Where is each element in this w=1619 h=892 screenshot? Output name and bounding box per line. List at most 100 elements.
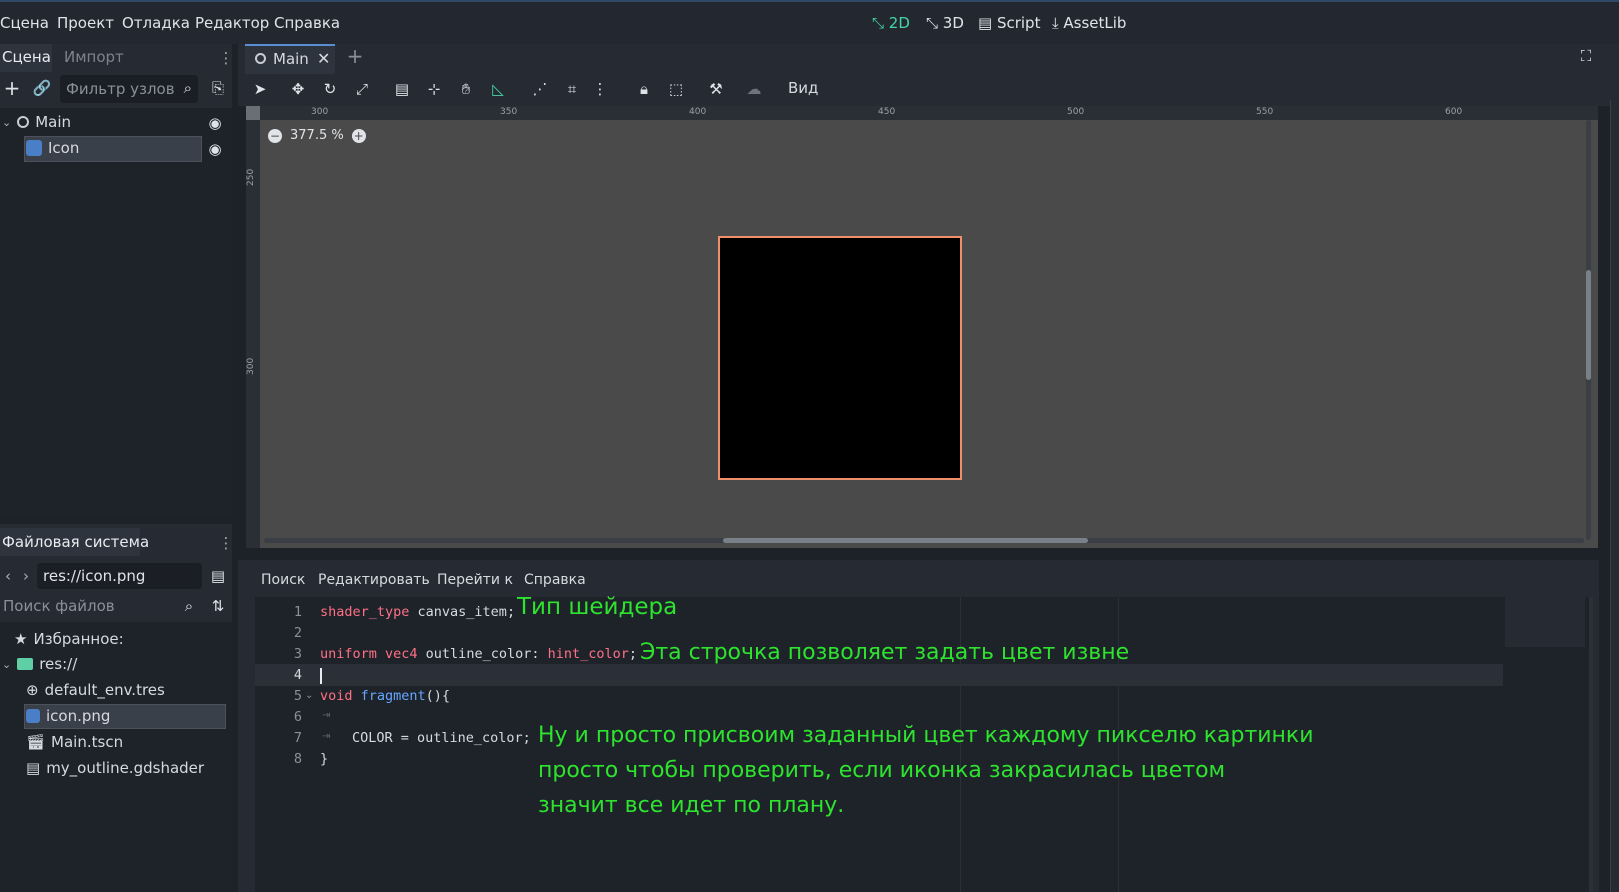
chevron-down-icon[interactable]: ⌄ (2, 658, 11, 671)
script-menu-edit[interactable]: Редактировать (318, 572, 430, 588)
mode-2d-button[interactable]: ⤡ 2D (872, 14, 910, 32)
ruler-tool-icon[interactable]: ◺ (488, 78, 508, 100)
menu-debug[interactable]: Отладка (122, 14, 190, 32)
tree-node-icon[interactable]: Icon (26, 139, 79, 157)
top-menu-bar: Сцена Проект Отладка Редактор Справка ⤡ … (0, 0, 1619, 44)
line-number: 1 (293, 604, 302, 620)
node-filter-input[interactable]: Фильтр узлов ⌕ (60, 75, 198, 103)
current-line-highlight (255, 664, 1503, 686)
inspector-dock-edge (1610, 100, 1619, 892)
tab-import[interactable]: Импорт (64, 48, 124, 66)
code-minimap[interactable] (1505, 597, 1585, 647)
more-options-icon[interactable]: ⋮ (593, 78, 608, 100)
script-menu-search[interactable]: Поиск (261, 572, 305, 588)
ruler-tick-label: 400 (689, 107, 707, 117)
ruler-tick-label: 250 (246, 168, 256, 186)
folder-icon (17, 658, 34, 670)
node2d-icon (255, 53, 266, 64)
add-node-icon[interactable]: + (2, 76, 22, 100)
layout-toggle-icon[interactable]: ▤ (208, 566, 228, 586)
search-icon[interactable]: ⌕ (180, 596, 198, 616)
script-menu-goto[interactable]: Перейти к (437, 572, 513, 588)
fold-chevron-icon[interactable]: ⌄ (305, 690, 313, 701)
mode-script-button[interactable]: ▤ Script (978, 14, 1040, 32)
mode-assetlib-button[interactable]: ⤓ AssetLib (1052, 14, 1126, 32)
annotation-fragment-line2: просто чтобы проверить, если иконка закр… (538, 758, 1226, 783)
grid-snap-icon[interactable]: ⌗ (562, 78, 582, 100)
visibility-eye-icon[interactable]: ◉ (206, 140, 224, 158)
chevron-down-icon[interactable]: ⌄ (2, 116, 11, 129)
script-icon: ▤ (978, 14, 997, 32)
fullscreen-icon[interactable]: ⛶ (1576, 46, 1596, 66)
tab-scene[interactable]: Сцена (2, 48, 51, 66)
search-icon: ⌕ (183, 79, 192, 97)
ruler-tick-label: 300 (246, 357, 256, 375)
canvas-toolbar (238, 74, 1619, 106)
ruler-tick-label: 500 (1067, 107, 1085, 117)
favorites-row[interactable]: ★ Избранное: (14, 630, 124, 648)
star-icon: ★ (14, 630, 28, 648)
script-attach-icon[interactable]: ⎘ (208, 78, 228, 98)
sprite-icon (26, 140, 42, 156)
bone-icon[interactable]: ⚒ (706, 78, 726, 100)
pivot-tool-icon[interactable]: ⊹ (424, 78, 444, 100)
snap-icon[interactable]: ⋰ (530, 78, 550, 100)
line-number: 4 (293, 667, 302, 683)
rotate-tool-icon[interactable]: ↻ (320, 78, 340, 100)
sort-icon[interactable]: ⇅ (208, 596, 228, 616)
group-icon[interactable]: ⬚ (666, 78, 686, 100)
ruler-corner (246, 106, 260, 120)
file-item[interactable]: icon.png (26, 707, 110, 725)
h-scrollbar-thumb[interactable] (723, 538, 1088, 543)
file-item[interactable]: 🎬︎ Main.tscn (26, 733, 123, 751)
move-tool-icon[interactable]: ✥ (288, 78, 308, 100)
mode-3d-button[interactable]: ⤡ 3D (926, 14, 964, 32)
line-number: 8 (293, 751, 302, 767)
script-menu-help[interactable]: Справка (524, 572, 586, 588)
v-scrollbar-thumb[interactable] (1586, 270, 1591, 380)
visibility-eye-icon[interactable]: ◉ (206, 114, 224, 132)
camera-icon[interactable]: ☁ (744, 78, 764, 100)
back-icon[interactable]: ‹ (2, 566, 14, 586)
tab-filesystem[interactable]: Файловая система (2, 533, 149, 551)
zoom-level[interactable]: 377.5 % (290, 128, 344, 143)
icon-sprite[interactable] (718, 236, 962, 480)
download-icon: ⤓ (1052, 14, 1064, 32)
node-label: Main (35, 113, 72, 131)
code-line-5: void fragment(){ (320, 688, 451, 704)
close-icon[interactable]: ✕ (317, 49, 330, 68)
zoom-out-icon[interactable]: − (268, 128, 282, 143)
zoom-in-icon[interactable]: + (351, 128, 366, 143)
view-menu[interactable]: Вид (788, 79, 818, 97)
tab-main[interactable]: Main ✕ (245, 44, 335, 74)
annotation-shader-type: Тип шейдера (517, 594, 678, 620)
scale-tool-icon[interactable]: ⤢ (352, 78, 372, 100)
file-search-input[interactable]: Поиск файлов (3, 597, 115, 615)
path-field[interactable]: res://icon.png (37, 563, 202, 589)
dock-menu-icon[interactable]: ⋮ (219, 533, 234, 553)
menu-scene[interactable]: Сцена (0, 14, 49, 32)
tree-node-main[interactable]: ⌄ Main (2, 113, 71, 131)
menu-project[interactable]: Проект (57, 14, 114, 32)
lock-icon[interactable]: 🔒︎ (634, 78, 654, 100)
node2d-icon (17, 116, 30, 128)
menu-help[interactable]: Справка (274, 14, 340, 32)
code-line-3: uniform vec4 outline_color: hint_color; (320, 646, 638, 662)
image-file-icon (26, 709, 40, 723)
add-tab-icon[interactable]: + (345, 44, 365, 68)
dock-menu-icon[interactable]: ⋮ (219, 48, 234, 68)
code-scrollbar[interactable] (1589, 597, 1593, 892)
select-tool-icon[interactable]: ➤ (250, 78, 270, 100)
zoom-controls: − 377.5 % + (268, 128, 366, 143)
list-select-icon[interactable]: ▤ (392, 78, 412, 100)
file-item[interactable]: ⊕ default_env.tres (26, 681, 165, 699)
res-root-row[interactable]: ⌄ res:// (2, 655, 77, 673)
menu-editor[interactable]: Редактор (195, 14, 269, 32)
scene-tree (0, 108, 232, 518)
link-icon[interactable]: 🔗 (32, 78, 52, 98)
file-item[interactable]: ▤ my_outline.gdshader (26, 759, 204, 777)
pan-tool-icon[interactable]: ✋︎ (456, 78, 476, 100)
forward-icon[interactable]: › (20, 566, 32, 586)
2d-icon: ⤡ (872, 14, 889, 32)
line-number: 6 (293, 709, 302, 725)
